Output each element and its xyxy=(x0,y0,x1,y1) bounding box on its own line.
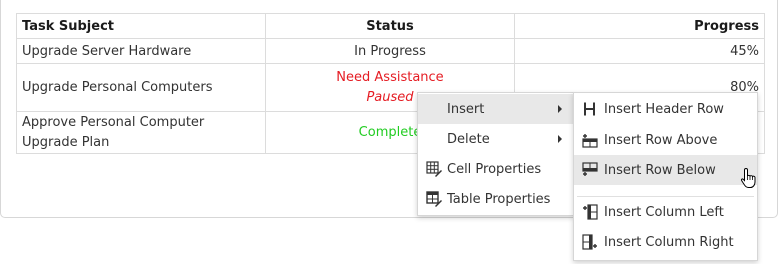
header-progress[interactable]: Progress xyxy=(514,13,765,39)
context-menu: Insert Delete Cell Properties Table Prop… xyxy=(417,92,574,216)
cell-progress[interactable]: 45% xyxy=(514,38,765,64)
menu-item-label: Cell Properties xyxy=(447,161,542,177)
insert-column-right-icon xyxy=(582,234,597,250)
menu-item-insert-column-left[interactable]: Insert Column Left xyxy=(574,197,757,227)
menu-item-label: Insert xyxy=(447,101,485,117)
cell-subject[interactable]: Upgrade Server Hardware xyxy=(16,38,266,64)
insert-column-left-icon xyxy=(583,204,598,220)
cell-properties-icon xyxy=(426,161,442,177)
insert-row-above-icon xyxy=(582,134,598,148)
status-text: Need Assistance xyxy=(336,69,444,85)
status-text: Complete xyxy=(358,124,422,140)
menu-item-insert-row-above[interactable]: Insert Row Above xyxy=(574,125,757,155)
cell-status[interactable]: In Progress xyxy=(265,38,515,64)
header-status[interactable]: Status xyxy=(265,13,515,39)
menu-item-insert-row-below[interactable]: Insert Row Below xyxy=(574,155,757,185)
cell-subject[interactable]: Approve Personal Computer Upgrade Plan xyxy=(16,111,266,154)
menu-item-label: Insert Row Below xyxy=(604,162,716,178)
menu-item-table-properties[interactable]: Table Properties xyxy=(418,184,573,214)
menu-item-label: Table Properties xyxy=(447,191,551,207)
table-row: Upgrade Server Hardware In Progress 45% xyxy=(16,38,765,64)
menu-item-label: Insert Column Right xyxy=(604,234,734,250)
menu-item-insert-header-row[interactable]: Insert Header Row xyxy=(574,94,757,124)
submenu-arrow-icon xyxy=(558,135,562,143)
hand-pointer-icon xyxy=(740,167,756,188)
insert-row-below-icon xyxy=(582,162,598,176)
header-task-subject[interactable]: Task Subject xyxy=(16,13,266,39)
cell-subject[interactable]: Upgrade Personal Computers xyxy=(16,63,266,112)
table-properties-icon xyxy=(426,191,442,207)
menu-item-insert[interactable]: Insert xyxy=(418,94,573,124)
menu-item-label: Insert Header Row xyxy=(604,101,724,117)
table-header-row: Task Subject Status Progress xyxy=(16,13,765,39)
menu-item-label: Insert Row Above xyxy=(604,132,718,148)
menu-item-delete[interactable]: Delete xyxy=(418,124,573,154)
insert-submenu: Insert Header Row Insert Row Above Inser… xyxy=(573,92,758,261)
menu-item-label: Insert Column Left xyxy=(604,204,724,220)
menu-item-insert-column-right[interactable]: Insert Column Right xyxy=(574,227,757,257)
header-row-icon xyxy=(584,102,595,116)
submenu-arrow-icon xyxy=(558,105,562,113)
menu-item-label: Delete xyxy=(447,131,490,147)
menu-item-cell-properties[interactable]: Cell Properties xyxy=(418,154,573,184)
